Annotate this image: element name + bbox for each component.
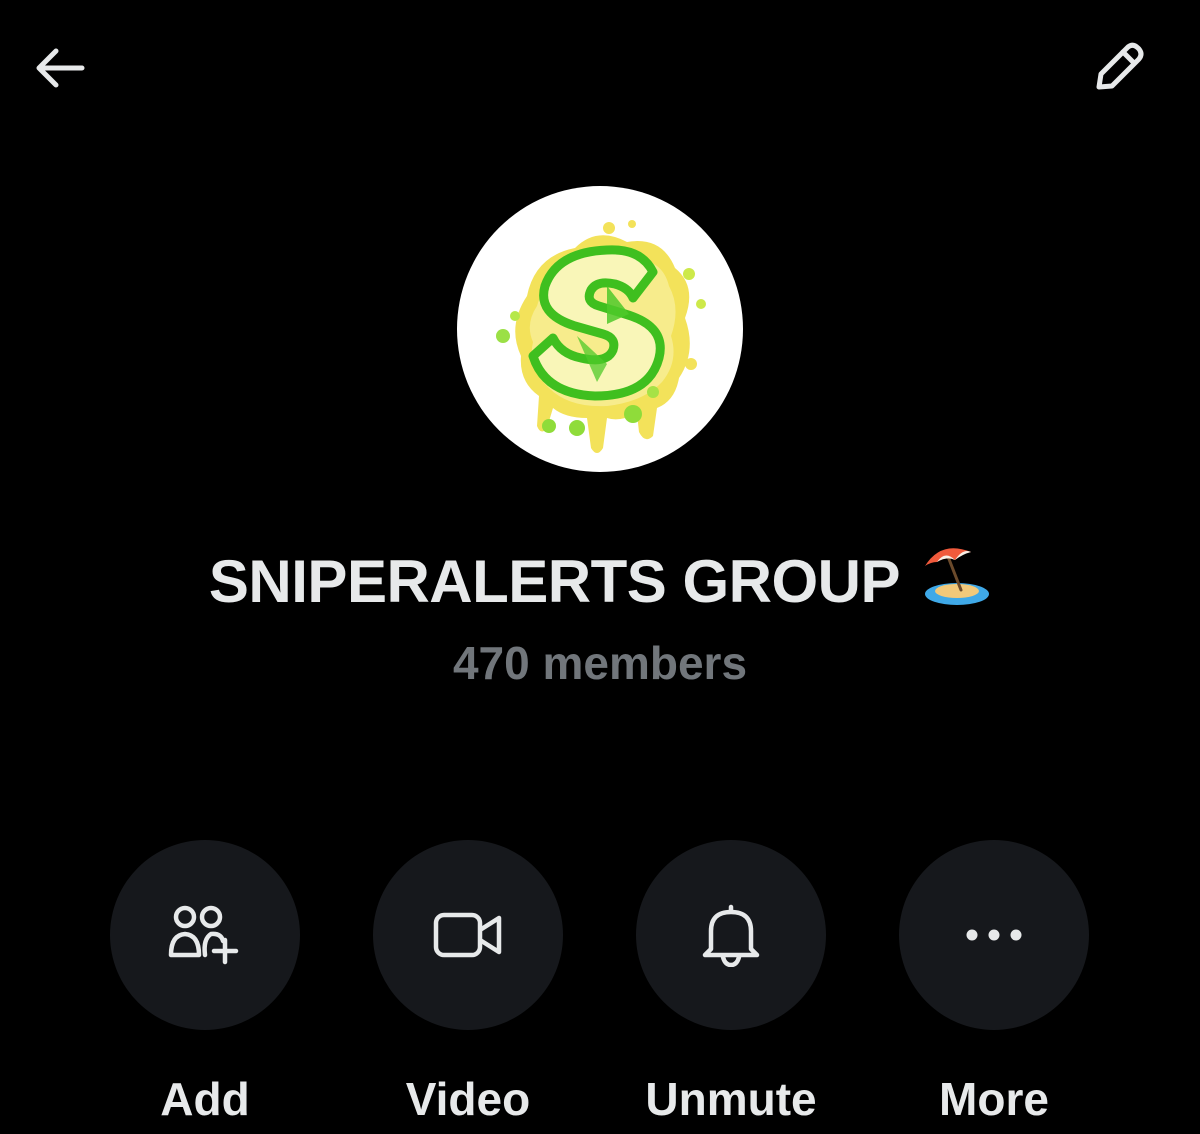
member-count[interactable]: 470 members [0,636,1200,690]
more-label: More [939,1073,1049,1125]
add-label: Add [160,1073,250,1125]
unmute-button-circle[interactable] [636,840,826,1030]
video-button-circle[interactable] [373,840,563,1030]
unmute-button[interactable]: Unmute [636,840,826,1130]
pencil-icon [1096,42,1144,90]
arrow-left-icon [36,48,85,88]
unmute-label: Unmute [645,1073,817,1125]
back-button[interactable] [22,30,98,106]
add-people-icon [168,905,239,965]
video-button[interactable]: Video [373,840,563,1130]
more-dots-icon [966,929,1022,941]
more-button-circle[interactable] [899,840,1089,1030]
group-name: SNIPERALERTS GROUP [0,546,1200,622]
bell-icon [702,904,760,967]
add-button[interactable]: Add [110,840,300,1130]
video-camera-icon [433,912,502,958]
group-avatar[interactable] [457,186,743,472]
more-button[interactable]: More [899,840,1089,1130]
edit-button[interactable] [1078,28,1158,108]
beach-umbrella-emoji [921,546,991,622]
group-name-text: SNIPERALERTS GROUP [208,548,916,615]
video-label: Video [405,1073,531,1125]
add-button-circle[interactable] [110,840,300,1030]
sniper-s-logo [496,220,706,453]
